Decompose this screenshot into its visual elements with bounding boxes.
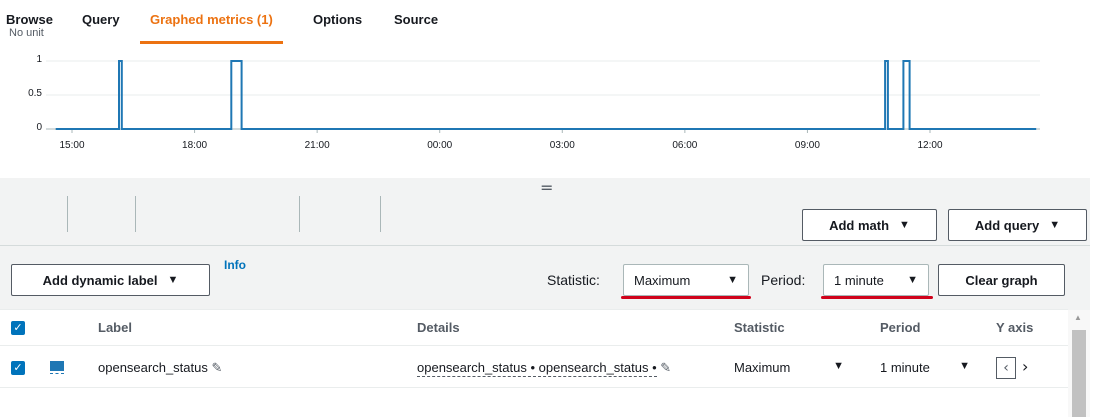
tab-browse[interactable]: Browse: [6, 6, 53, 40]
row-select-checkbox[interactable]: ✓: [11, 361, 25, 375]
statistic-select-value: Maximum: [634, 272, 691, 288]
y-axis-left-toggle[interactable]: ‹: [996, 357, 1016, 379]
row-statistic-value: Maximum: [734, 360, 791, 375]
add-math-label: Add math: [829, 217, 890, 233]
clear-graph-label: Clear graph: [965, 272, 1038, 288]
caret-down-icon: ▼: [899, 219, 910, 231]
table-row-details: opensearch_status • opensearch_status • …: [417, 360, 671, 377]
caret-down-icon: ▼: [959, 360, 970, 372]
info-link[interactable]: Info: [224, 258, 246, 272]
table-row-label: opensearch_status ✎: [98, 360, 222, 376]
table-top-border: [0, 309, 1068, 310]
x-tick-label: 21:00: [304, 140, 330, 151]
table-row-divider: [0, 387, 1068, 388]
period-select-value: 1 minute: [834, 272, 884, 288]
caret-down-icon: ▼: [1049, 219, 1061, 231]
row-period-value: 1 minute: [880, 360, 930, 375]
select-all-checkbox[interactable]: ✓: [11, 321, 25, 335]
chevron-left-icon: ‹: [1003, 360, 1009, 376]
tab-divider: [67, 196, 68, 232]
drag-handle-icon[interactable]: =: [540, 180, 553, 196]
row-period-select[interactable]: 1 minute ▼: [880, 360, 970, 375]
clear-graph-button[interactable]: Clear graph: [938, 264, 1065, 296]
y-tick-label: 0.5: [28, 88, 42, 99]
edit-details-pencil-icon[interactable]: ✎: [660, 361, 671, 376]
metric-label-text: opensearch_status: [98, 360, 208, 375]
statistic-select[interactable]: Maximum ▼: [623, 264, 749, 296]
x-tick-label: 00:00: [427, 140, 453, 151]
add-math-button[interactable]: Add math ▼: [802, 209, 937, 241]
caret-down-icon: ▼: [907, 274, 918, 286]
caret-down-icon: ▼: [833, 360, 844, 372]
period-label: Period:: [761, 272, 806, 288]
x-tick-label: 15:00: [59, 140, 85, 151]
column-header-period[interactable]: Period: [880, 320, 920, 335]
tab-divider: [380, 196, 381, 232]
series-line-style: [50, 373, 64, 374]
tab-divider: [135, 196, 136, 232]
add-query-button[interactable]: Add query ▼: [948, 209, 1087, 241]
scrollbar-thumb[interactable]: [1072, 330, 1086, 417]
scroll-up-arrow-icon[interactable]: ▲: [1074, 313, 1082, 322]
tab-source[interactable]: Source: [394, 6, 438, 40]
x-tick-label: 06:00: [672, 140, 698, 151]
add-dynamic-label-button[interactable]: Add dynamic label ▼: [11, 264, 210, 296]
statistic-label: Statistic:: [547, 272, 600, 288]
period-select[interactable]: 1 minute ▼: [823, 264, 929, 296]
caret-down-icon: ▼: [167, 274, 179, 286]
tab-options[interactable]: Options: [313, 6, 362, 40]
add-dynamic-label-text: Add dynamic label: [42, 272, 158, 288]
add-query-label: Add query: [974, 217, 1040, 233]
panel-resize-handle[interactable]: =: [0, 178, 1090, 200]
y-tick-label: 0: [36, 122, 42, 133]
column-header-y-axis[interactable]: Y axis: [996, 320, 1033, 335]
x-tick-label: 03:00: [549, 140, 575, 151]
metric-details-text[interactable]: opensearch_status • opensearch_status •: [417, 360, 657, 377]
x-tick-label: 09:00: [794, 140, 820, 151]
x-tick-label: 18:00: [182, 140, 208, 151]
tab-query[interactable]: Query: [82, 6, 120, 40]
row-statistic-select[interactable]: Maximum ▼: [734, 360, 844, 375]
y-tick-label: 1: [36, 54, 42, 65]
tab-graphed-metrics[interactable]: Graphed metrics (1): [140, 6, 283, 44]
column-header-label[interactable]: Label: [98, 320, 132, 335]
table-header-divider: [0, 345, 1068, 346]
tab-divider: [299, 196, 300, 232]
column-header-details[interactable]: Details: [417, 320, 460, 335]
edit-label-pencil-icon[interactable]: ✎: [211, 361, 222, 376]
chevron-right-icon[interactable]: ›: [1022, 357, 1028, 376]
x-tick-label: 12:00: [917, 140, 943, 151]
annotation-underline: [821, 296, 933, 299]
column-header-statistic[interactable]: Statistic: [734, 320, 785, 335]
caret-down-icon: ▼: [727, 274, 738, 286]
annotation-underline: [621, 296, 751, 299]
series-color-swatch[interactable]: [50, 361, 64, 371]
